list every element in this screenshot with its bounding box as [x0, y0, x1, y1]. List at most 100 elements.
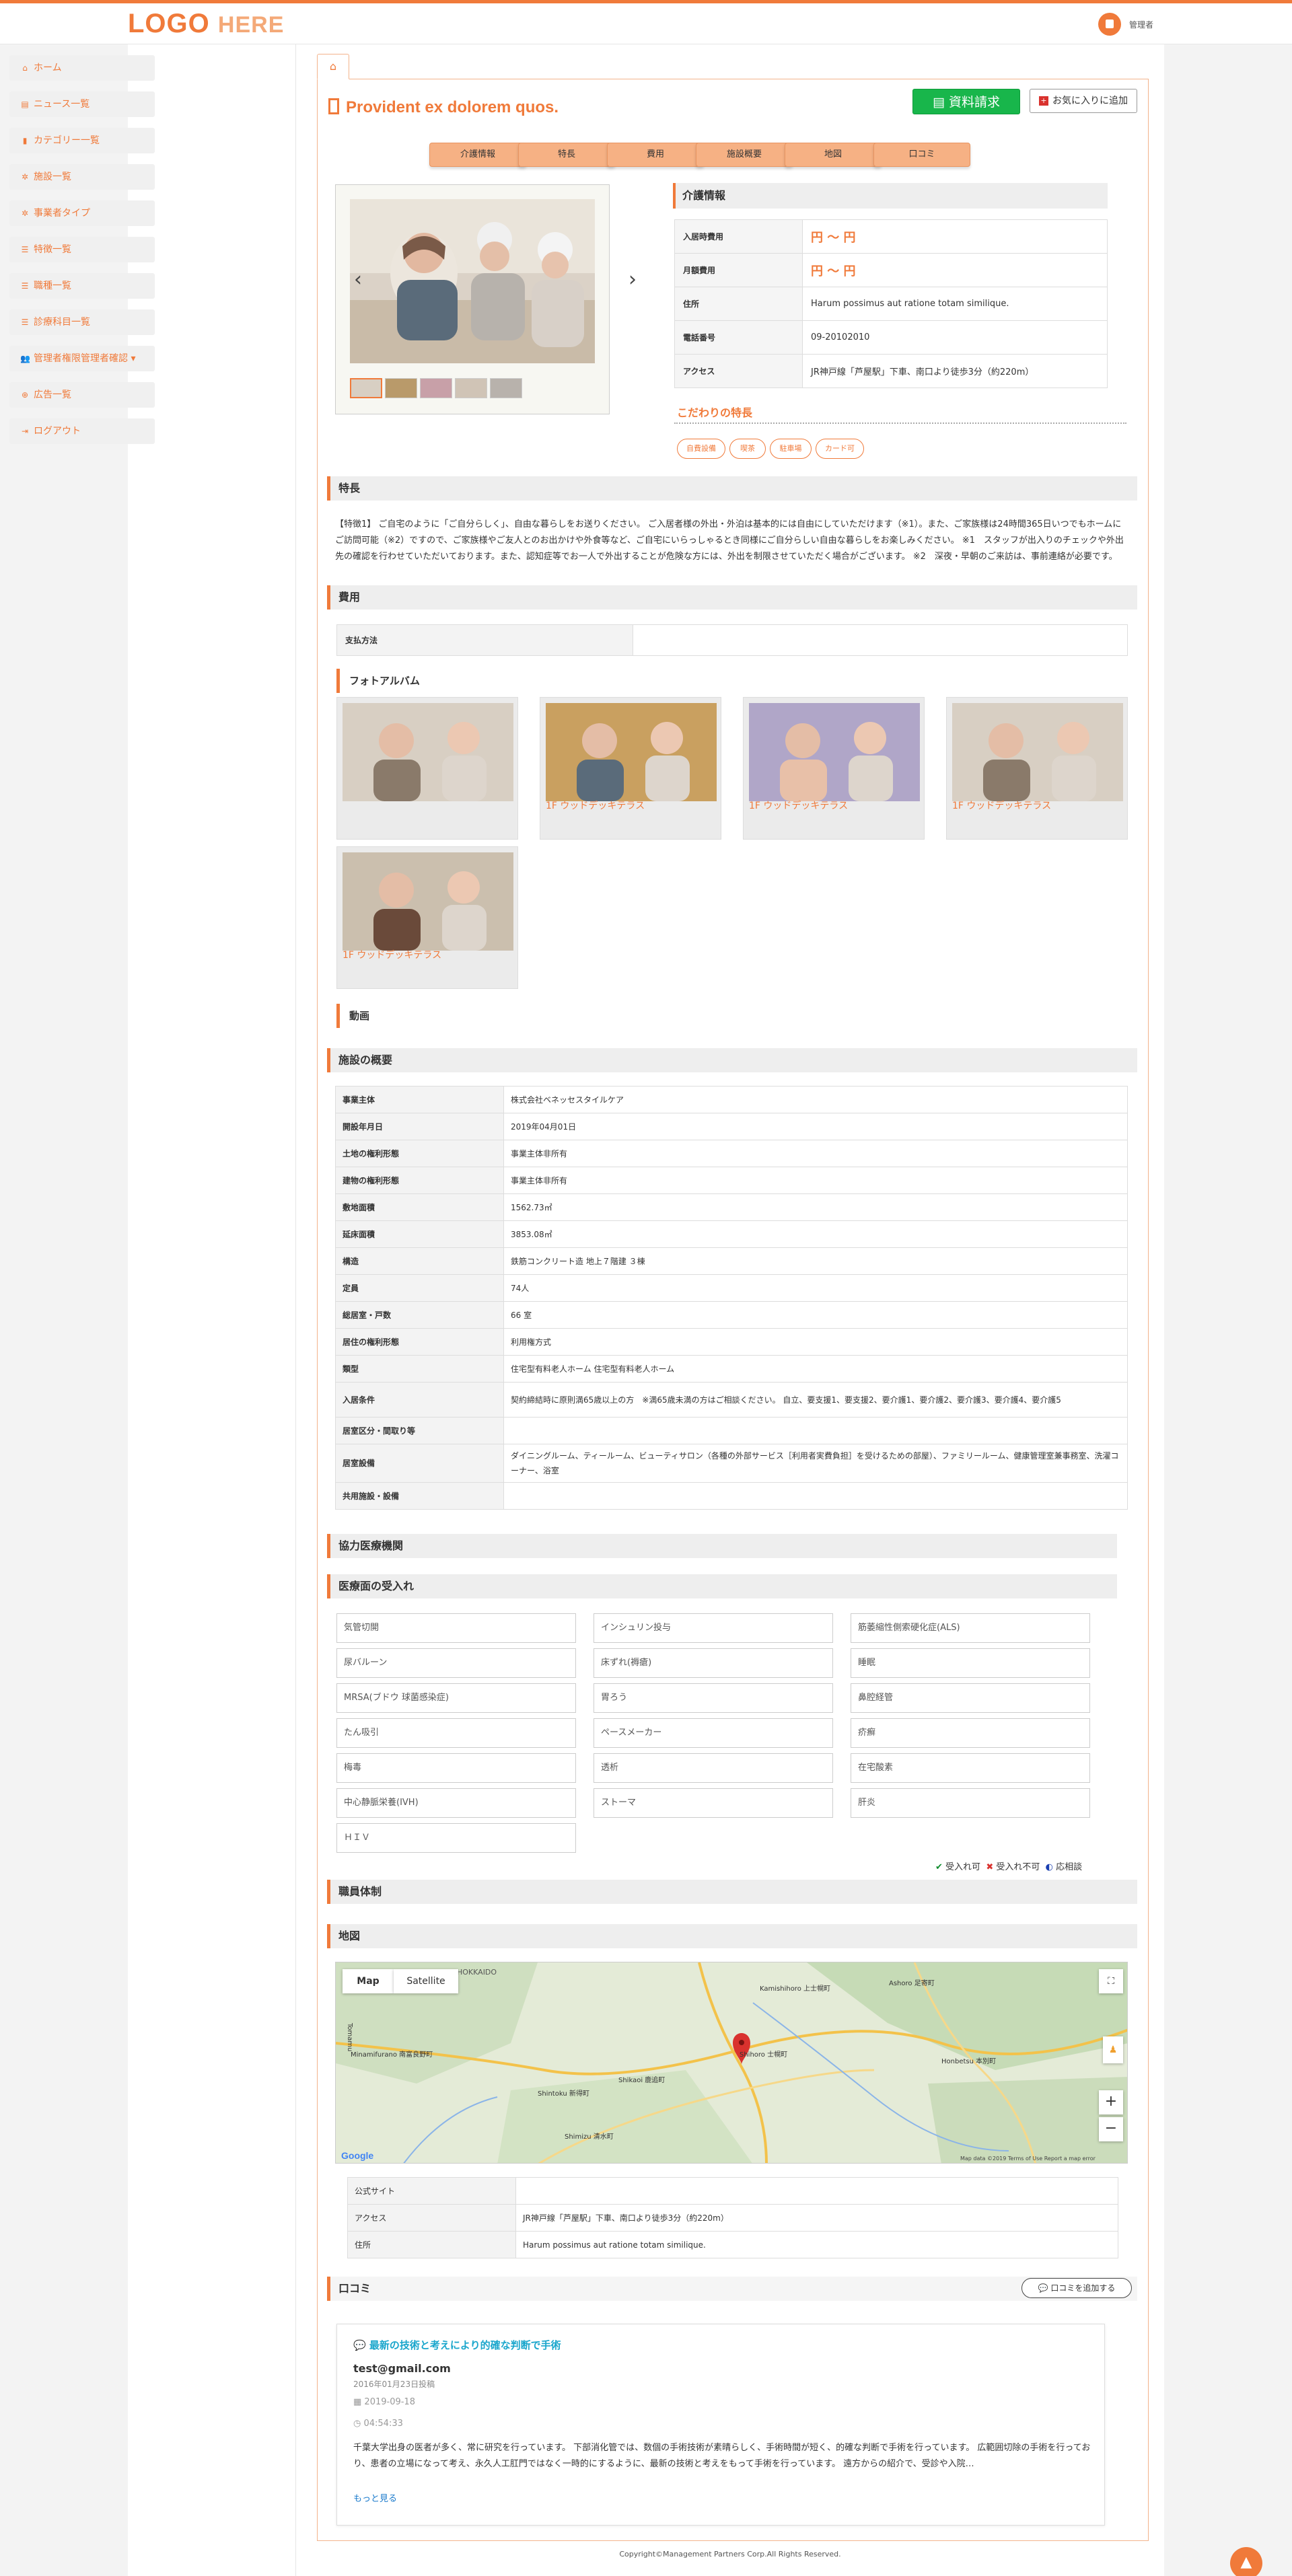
tab-4[interactable]: 施設概要 [696, 143, 793, 167]
read-more-link[interactable]: もっと見る [353, 2491, 397, 2504]
avatar[interactable] [1098, 13, 1121, 36]
care-info-header: 介護情報 [673, 183, 1108, 209]
features-text: 【特徴1】 ご自宅のように「ご自分らしく」、自由な暮らしをお送りください。 ご入… [335, 519, 1124, 562]
overview-row: 入居条件 契約締結時に原則満65歳以上の方 ※満65歳未満の方はご相談ください。 … [335, 1382, 1128, 1418]
overview-label: 延床面積 [335, 1220, 504, 1248]
feature-tag[interactable]: 喫茶 [729, 439, 766, 459]
overview-row: 構造 鉄筋コンクリート造 地上７階建 ３棟 [335, 1247, 1128, 1275]
gallery-prev-button[interactable]: ‹ [354, 268, 362, 291]
add-favorite-button[interactable]: + お気に入りに追加 [1030, 89, 1137, 113]
gallery-thumbnail[interactable] [455, 378, 487, 398]
feature-tag[interactable]: 駐車場 [770, 439, 812, 459]
care-info-label: 住所 [674, 287, 803, 321]
access-value: JR神戸線「芦屋駅」下車、南口より徒歩3分（約220m） [515, 2204, 1118, 2232]
cross-icon: ✖ [986, 1862, 994, 1872]
album-photo[interactable]: 1F ウッドデッキテラス [743, 697, 925, 840]
overview-label: 類型 [335, 1355, 504, 1383]
document-icon: ▤ [932, 95, 949, 110]
sidebar-item-label: 職種一覧 [34, 281, 71, 291]
medical-item: 筋萎縮性側索硬化症(ALS) [851, 1613, 1090, 1643]
zoom-out-button[interactable]: − [1099, 2117, 1123, 2141]
half-circle-icon: ◐ [1045, 1862, 1053, 1872]
sidebar-item-label: ニュース一覧 [34, 99, 90, 110]
request-document-button[interactable]: ▤ 資料請求 [912, 89, 1020, 114]
medical-item: ＨＩＶ [336, 1823, 576, 1853]
gallery-thumbnail[interactable] [385, 378, 417, 398]
sidebar-item[interactable]: 👥 管理者権限管理者確認 ▾ [9, 346, 155, 371]
home-tab[interactable]: ⌂ [317, 54, 349, 79]
google-map[interactable]: HOKKAIDO Kamishihoro 上士幌町 Ashoro 足寄町 Shi… [335, 1962, 1128, 2164]
review-date-text: 2019-09-18 [364, 2397, 415, 2407]
care-info-value: 09-20102010 [802, 320, 1108, 355]
tab-6[interactable]: 口コミ [873, 143, 970, 167]
svg-text:Minamifurano 南富良野町: Minamifurano 南富良野町 [351, 2050, 433, 2059]
overview-row: 敷地面積 1562.73㎡ [335, 1193, 1128, 1221]
svg-text:Shimizu 清水町: Shimizu 清水町 [565, 2132, 614, 2141]
tab-3[interactable]: 費用 [607, 143, 704, 167]
check-icon: ✔ [935, 1862, 943, 1872]
logo[interactable]: LOGO HERE [128, 9, 284, 39]
access-label: 住所 [347, 2231, 516, 2258]
sidebar-item[interactable]: ⌂ ホーム [9, 55, 155, 81]
overview-table: 事業主体 株式会社ベネッセスタイルケア 開設年月日 2019年04月01日 土地の権利形… [335, 1086, 1128, 1510]
access-value: Harum possimus aut ratione totam similiq… [515, 2231, 1118, 2258]
album-photo[interactable] [336, 697, 518, 840]
feature-tag[interactable]: カード可 [816, 439, 864, 459]
sidebar-item[interactable]: ▤ ニュース一覧 [9, 91, 155, 117]
review-time: ◷ 04:54:33 [353, 2419, 403, 2429]
add-review-button[interactable]: 💬 口コミを追加する [1021, 2278, 1132, 2298]
gallery-thumbnail[interactable] [490, 378, 522, 398]
medical-item: 透析 [594, 1753, 833, 1783]
overview-value: 74人 [503, 1274, 1128, 1302]
gallery-main-image[interactable] [350, 199, 595, 363]
sidebar-item[interactable]: ✲ 事業者タイプ [9, 200, 155, 226]
medical-item: ペースメーカー [594, 1718, 833, 1748]
review-card: 💬 最新の技術と考えにより的確な判断で手術 test@gmail.com 201… [336, 2324, 1105, 2526]
overview-label: 定員 [335, 1274, 504, 1302]
gallery-next-button[interactable]: › [629, 268, 637, 291]
scroll-top-button[interactable]: ▲ [1230, 2547, 1262, 2576]
users-icon: 👥 [20, 354, 30, 363]
zoom-in-button[interactable]: + [1099, 2090, 1123, 2114]
admin-menu[interactable]: 管理者 [1098, 13, 1153, 36]
tab-1[interactable]: 介護情報 [429, 143, 526, 167]
album-photo-image [343, 703, 513, 801]
pegman-icon[interactable]: ♟ [1103, 2036, 1123, 2063]
sidebar-item[interactable]: ▮ カテゴリー一覧 [9, 128, 155, 153]
map-type-map-button[interactable]: Map [343, 1969, 394, 1993]
album-photo[interactable]: 1F ウッドデッキテラス [946, 697, 1128, 840]
album-photo[interactable]: 1F ウッドデッキテラス [540, 697, 721, 840]
svg-text:Shihoro 士幌町: Shihoro 士幌町 [740, 2050, 787, 2059]
feature-tag[interactable]: 自費設備 [677, 439, 725, 459]
tab-5[interactable]: 地図 [785, 143, 882, 167]
map-type-satellite-button[interactable]: Satellite [394, 1969, 458, 1993]
overview-row: 居室設備 ダイニングルーム、ティールーム、ビューティサロン（各種の外部サービス［利… [335, 1444, 1128, 1483]
album-header: フォトアルバム [336, 669, 606, 693]
access-value [515, 2177, 1118, 2205]
svg-text:Kamishihoro 上士幌町: Kamishihoro 上士幌町 [760, 1984, 830, 1993]
svg-text:Tomamu: Tomamu [346, 2022, 353, 2051]
overview-row: 建物の権利形態 事業主体非所有 [335, 1167, 1128, 1194]
medical-header: 医療面の受入れ [327, 1574, 1117, 1598]
sidebar-item[interactable]: ☰ 診療科目一覧 [9, 309, 155, 335]
overview-row: 総居室・戸数 66 室 [335, 1301, 1128, 1329]
album-photo[interactable]: 1F ウッドデッキテラス [336, 846, 518, 989]
gallery-thumbnail[interactable] [420, 378, 452, 398]
sidebar-item[interactable]: ⊕ 広告一覧 [9, 382, 155, 408]
plus-icon: + [1039, 96, 1048, 106]
tab-2[interactable]: 特長 [518, 143, 615, 167]
medical-item: 胃ろう [594, 1683, 833, 1713]
logo-main: LOGO [128, 9, 210, 38]
fullscreen-icon[interactable]: ⛶ [1099, 1969, 1123, 1993]
overview-value: 66 室 [503, 1301, 1128, 1329]
copyright: Copyright©Management Partners Corp.All R… [619, 2550, 841, 2559]
map-footer: Map data ©2019 Terms of Use Report a map… [960, 2156, 1096, 2162]
sidebar-item[interactable]: ⇥ ログアウト [9, 418, 155, 444]
legend-consult: 応相談 [1056, 1862, 1083, 1872]
gallery-thumbnail[interactable] [350, 378, 382, 398]
review-title[interactable]: 💬 最新の技術と考えにより的確な判断で手術 [353, 2338, 561, 2352]
building-icon [328, 98, 339, 114]
sidebar-item[interactable]: ☰ 特徴一覧 [9, 237, 155, 262]
sidebar-item[interactable]: ☰ 職種一覧 [9, 273, 155, 299]
sidebar-item[interactable]: ✲ 施設一覧 [9, 164, 155, 190]
